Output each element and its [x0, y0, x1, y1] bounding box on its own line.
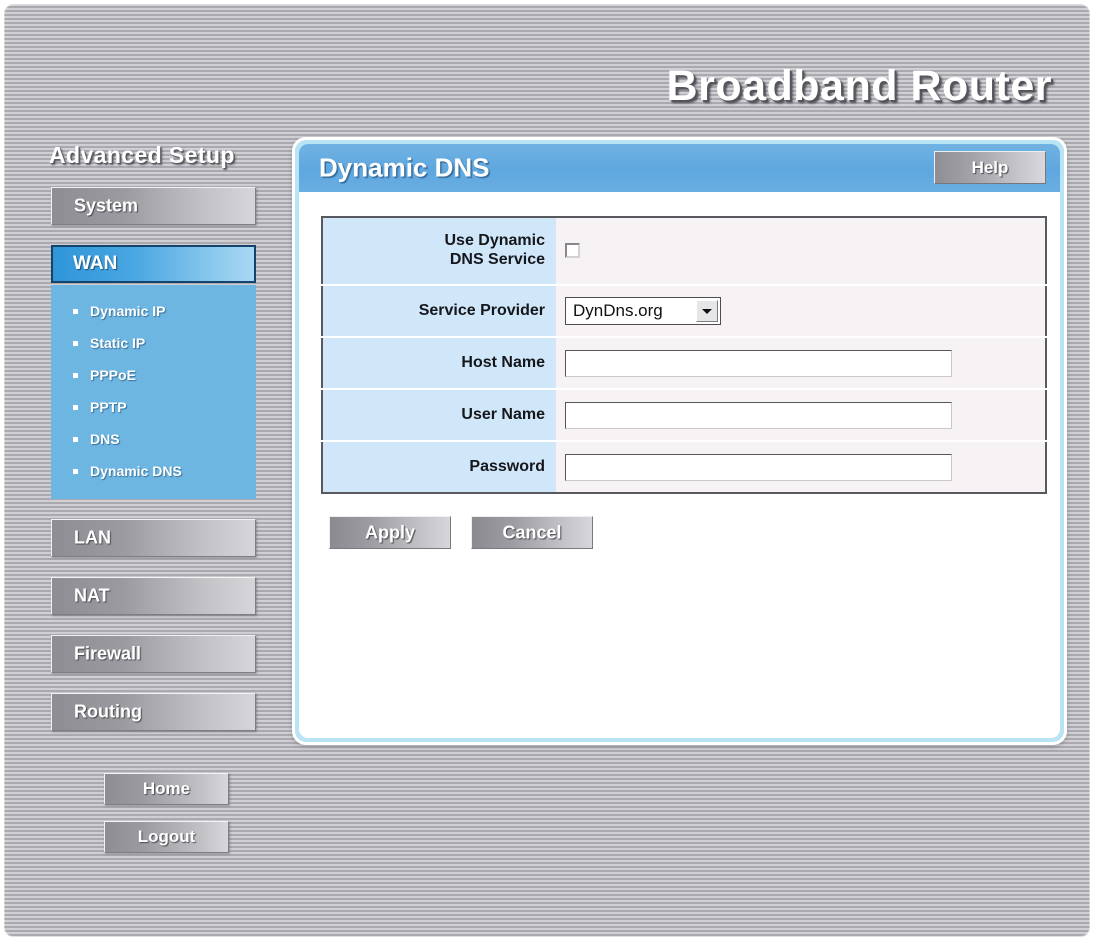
bullet-icon: [73, 404, 78, 410]
bullet-icon: [73, 308, 78, 314]
service-provider-select[interactable]: DynDns.org: [565, 297, 721, 325]
form-row-user-name: User Name: [322, 389, 1046, 442]
password-label: Password: [322, 441, 556, 493]
submenu-item-label: Static IP: [90, 335, 146, 351]
sidebar: Advanced Setup System WAN Dynamic IP Sta…: [47, 142, 262, 869]
router-admin-screen: Broadband Router Advanced Setup System W…: [0, 0, 1100, 945]
sidebar-item-label: Routing: [74, 701, 142, 722]
submenu-item-label: DNS: [90, 431, 120, 447]
sidebar-item-routing[interactable]: Routing: [51, 693, 256, 731]
host-name-label: Host Name: [322, 337, 556, 390]
bullet-icon: [73, 340, 78, 346]
service-provider-label: Service Provider: [322, 285, 556, 338]
chevron-down-icon[interactable]: [696, 300, 718, 322]
submenu-item-label: Dynamic IP: [90, 303, 166, 319]
submenu-item-dns[interactable]: DNS: [51, 423, 256, 455]
logout-button-label: Logout: [137, 827, 196, 846]
wan-submenu: Dynamic IP Static IP PPPoE PPTP DNS Dyna…: [51, 285, 256, 499]
submenu-item-label: PPTP: [90, 399, 127, 415]
bullet-icon: [73, 436, 78, 442]
home-button[interactable]: Home: [104, 773, 229, 805]
use-ddns-value-cell: [556, 217, 1046, 286]
panel-header: Dynamic DNS Help: [299, 144, 1060, 192]
page-title: Broadband Router: [666, 62, 1052, 110]
submenu-item-static-ip[interactable]: Static IP: [51, 327, 256, 359]
cancel-button[interactable]: Cancel: [471, 516, 593, 549]
sidebar-heading: Advanced Setup: [49, 142, 235, 168]
form-row-service-provider: Service Provider DynDns.org: [322, 285, 1046, 338]
service-provider-value-cell: DynDns.org: [556, 285, 1046, 338]
service-provider-selected-value: DynDns.org: [573, 301, 663, 320]
submenu-item-pptp[interactable]: PPTP: [51, 391, 256, 423]
panel-title: Dynamic DNS: [319, 152, 490, 183]
submenu-item-dynamic-dns[interactable]: Dynamic DNS: [51, 455, 256, 487]
logout-button[interactable]: Logout: [104, 821, 229, 853]
sidebar-item-label: NAT: [74, 585, 110, 606]
cancel-button-label: Cancel: [502, 522, 562, 542]
submenu-item-pppoe[interactable]: PPPoE: [51, 359, 256, 391]
sidebar-item-label: System: [74, 195, 139, 216]
sidebar-item-label: Firewall: [74, 643, 142, 664]
sidebar-item-system[interactable]: System: [51, 187, 256, 225]
window-frame: Broadband Router Advanced Setup System W…: [2, 2, 1092, 939]
submenu-item-dynamic-ip[interactable]: Dynamic IP: [51, 295, 256, 327]
form-row-host-name: Host Name: [322, 337, 1046, 390]
password-value-cell: [556, 441, 1046, 493]
use-ddns-label-line1: Use Dynamic: [444, 232, 546, 250]
bullet-icon: [73, 468, 78, 474]
submenu-item-label: Dynamic DNS: [90, 463, 182, 479]
help-button[interactable]: Help: [934, 151, 1046, 184]
use-ddns-label: Use Dynamic DNS Service: [322, 217, 556, 286]
user-name-input[interactable]: [565, 401, 952, 429]
sidebar-item-label: WAN: [73, 253, 118, 274]
sidebar-bottom-buttons: Home Logout: [51, 773, 262, 853]
bullet-icon: [73, 372, 78, 378]
panel-body: Use Dynamic DNS Service Service Provider: [299, 192, 1060, 549]
apply-button[interactable]: Apply: [329, 516, 451, 549]
form-row-use-ddns: Use Dynamic DNS Service: [322, 217, 1046, 286]
form-row-password: Password: [322, 441, 1046, 493]
password-input[interactable]: [565, 453, 952, 481]
host-name-value-cell: [556, 337, 1046, 390]
sidebar-item-wan[interactable]: WAN: [51, 245, 256, 283]
help-button-label: Help: [971, 157, 1009, 177]
user-name-label: User Name: [322, 389, 556, 442]
content-panel-inner: Dynamic DNS Help Use Dynamic DNS Service: [299, 144, 1060, 738]
apply-button-label: Apply: [364, 522, 415, 542]
use-ddns-label-line2: DNS Service: [449, 251, 545, 268]
use-ddns-checkbox[interactable]: [565, 243, 580, 259]
sidebar-item-nat[interactable]: NAT: [51, 577, 256, 615]
host-name-input[interactable]: [565, 349, 952, 377]
sidebar-item-label: LAN: [74, 527, 111, 548]
content-panel: Dynamic DNS Help Use Dynamic DNS Service: [292, 137, 1067, 745]
form-actions: Apply Cancel: [329, 516, 1038, 549]
home-button-label: Home: [142, 779, 191, 798]
sidebar-item-lan[interactable]: LAN: [51, 519, 256, 557]
dynamic-dns-form: Use Dynamic DNS Service Service Provider: [321, 216, 1047, 494]
submenu-item-label: PPPoE: [90, 367, 136, 383]
user-name-value-cell: [556, 389, 1046, 442]
sidebar-item-firewall[interactable]: Firewall: [51, 635, 256, 673]
